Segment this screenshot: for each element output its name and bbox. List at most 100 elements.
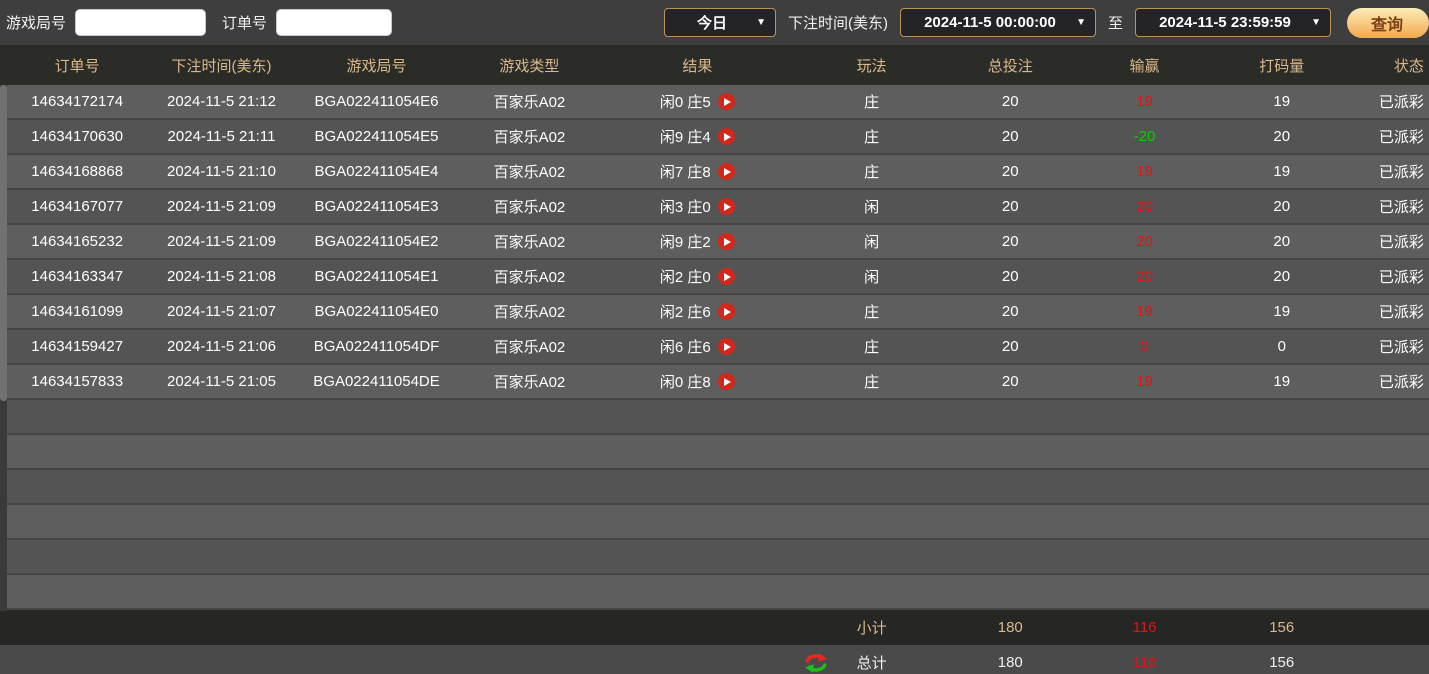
result-text: 闲0 庄5 bbox=[660, 91, 711, 112]
result-cell: 闲6 庄6 bbox=[594, 330, 800, 363]
replay-play-icon[interactable] bbox=[718, 268, 735, 285]
rolling-cell: 20 bbox=[1212, 260, 1352, 293]
order-no-label: 订单号 bbox=[222, 12, 267, 33]
total-bet-cell: 20 bbox=[943, 190, 1077, 223]
status-cell: 已派彩 bbox=[1352, 295, 1429, 328]
result-cell: 闲0 庄5 bbox=[594, 85, 800, 118]
rolling-cell: 20 bbox=[1212, 190, 1352, 223]
chevron-down-icon: ▼ bbox=[1076, 17, 1086, 28]
game-round-input[interactable] bbox=[75, 9, 206, 36]
round-id-cell: BGA022411054E2 bbox=[289, 225, 465, 258]
start-time-select[interactable]: 2024-11-5 00:00:00 ▼ bbox=[900, 8, 1096, 37]
subtotal-total-bet: 180 bbox=[943, 610, 1077, 645]
total-bet-cell: 20 bbox=[943, 295, 1077, 328]
table-row: 146341688682024-11-5 21:10BGA022411054E4… bbox=[0, 155, 1429, 190]
result-cell: 闲7 庄8 bbox=[594, 155, 800, 188]
subtotal-empty bbox=[289, 610, 465, 645]
status-cell: 已派彩 bbox=[1352, 155, 1429, 188]
table-row: 146341721742024-11-5 21:12BGA022411054E6… bbox=[0, 85, 1429, 120]
total-label: 总计 bbox=[857, 652, 887, 673]
play-type-cell: 庄 bbox=[800, 120, 943, 153]
win-loss-cell: 19 bbox=[1077, 365, 1211, 398]
total-bet-cell: 20 bbox=[943, 330, 1077, 363]
total-rolling: 156 bbox=[1212, 645, 1352, 674]
table-header-row: 订单号下注时间(美东)游戏局号游戏类型结果玩法总投注输赢打码量状态 bbox=[0, 45, 1429, 85]
search-button[interactable]: 查询 bbox=[1347, 8, 1429, 38]
scrollbar-track[interactable] bbox=[0, 85, 7, 611]
subtotal-rolling: 156 bbox=[1212, 610, 1352, 645]
subtotal-row: 小计 180 116 156 bbox=[0, 610, 1429, 645]
bet-time-cell: 2024-11-5 21:07 bbox=[154, 295, 288, 328]
win-loss-cell: -20 bbox=[1077, 120, 1211, 153]
order-no-input[interactable] bbox=[276, 9, 392, 36]
round-id-cell: BGA022411054E6 bbox=[289, 85, 465, 118]
column-header-2: 下注时间(美东) bbox=[154, 45, 288, 85]
bet-time-cell: 2024-11-5 21:05 bbox=[154, 365, 288, 398]
order-id-cell: 14634167077 bbox=[0, 190, 154, 223]
bet-time-cell: 2024-11-5 21:10 bbox=[154, 155, 288, 188]
bet-time-cell: 2024-11-5 21:08 bbox=[154, 260, 288, 293]
table-row: 146341594272024-11-5 21:06BGA022411054DF… bbox=[0, 330, 1429, 365]
result-text: 闲9 庄2 bbox=[660, 231, 711, 252]
chevron-down-icon: ▼ bbox=[756, 17, 766, 28]
win-loss-cell: 0 bbox=[1077, 330, 1211, 363]
bet-time-cell: 2024-11-5 21:12 bbox=[154, 85, 288, 118]
order-id-cell: 14634157833 bbox=[0, 365, 154, 398]
order-id-cell: 14634161099 bbox=[0, 295, 154, 328]
replay-play-icon[interactable] bbox=[718, 93, 735, 110]
play-type-cell: 闲 bbox=[800, 225, 943, 258]
total-bet-cell: 20 bbox=[943, 85, 1077, 118]
refresh-icon[interactable] bbox=[803, 650, 829, 674]
result-text: 闲6 庄6 bbox=[660, 336, 711, 357]
empty-row bbox=[0, 575, 1429, 610]
end-time-value: 2024-11-5 23:59:59 bbox=[1159, 14, 1291, 31]
date-range-select[interactable]: 今日 ▼ bbox=[664, 8, 776, 37]
status-cell: 已派彩 bbox=[1352, 190, 1429, 223]
replay-play-icon[interactable] bbox=[718, 303, 735, 320]
order-id-cell: 14634168868 bbox=[0, 155, 154, 188]
total-bet-cell: 20 bbox=[943, 365, 1077, 398]
column-header-5: 结果 bbox=[594, 45, 800, 85]
win-loss-cell: 19 bbox=[1077, 85, 1211, 118]
play-type-cell: 庄 bbox=[800, 295, 943, 328]
round-id-cell: BGA022411054DE bbox=[289, 365, 465, 398]
start-time-value: 2024-11-5 00:00:00 bbox=[924, 14, 1056, 31]
game-type-cell: 百家乐A02 bbox=[464, 260, 594, 293]
play-type-cell: 闲 bbox=[800, 190, 943, 223]
total-total-bet: 180 bbox=[943, 645, 1077, 674]
play-type-cell: 庄 bbox=[800, 155, 943, 188]
replay-play-icon[interactable] bbox=[718, 233, 735, 250]
round-id-cell: BGA022411054DF bbox=[289, 330, 465, 363]
table-row: 146341706302024-11-5 21:11BGA022411054E5… bbox=[0, 120, 1429, 155]
replay-play-icon[interactable] bbox=[718, 338, 735, 355]
replay-play-icon[interactable] bbox=[718, 128, 735, 145]
total-win-loss: 116 bbox=[1077, 645, 1211, 674]
date-range-value: 今日 bbox=[697, 12, 727, 33]
total-bet-cell: 20 bbox=[943, 260, 1077, 293]
replay-play-icon[interactable] bbox=[718, 198, 735, 215]
status-cell: 已派彩 bbox=[1352, 365, 1429, 398]
round-id-cell: BGA022411054E0 bbox=[289, 295, 465, 328]
bet-time-cell: 2024-11-5 21:09 bbox=[154, 225, 288, 258]
rolling-cell: 0 bbox=[1212, 330, 1352, 363]
scrollbar-thumb[interactable] bbox=[0, 85, 7, 401]
replay-play-icon[interactable] bbox=[718, 163, 735, 180]
column-header-6: 玩法 bbox=[800, 45, 943, 85]
end-time-select[interactable]: 2024-11-5 23:59:59 ▼ bbox=[1135, 8, 1331, 37]
bet-time-cell: 2024-11-5 21:11 bbox=[154, 120, 288, 153]
game-type-cell: 百家乐A02 bbox=[464, 155, 594, 188]
game-round-label: 游戏局号 bbox=[6, 12, 66, 33]
status-cell: 已派彩 bbox=[1352, 260, 1429, 293]
subtotal-empty bbox=[464, 610, 594, 645]
total-empty bbox=[289, 645, 465, 674]
chevron-down-icon: ▼ bbox=[1311, 17, 1321, 28]
column-header-3: 游戏局号 bbox=[289, 45, 465, 85]
replay-play-icon[interactable] bbox=[718, 373, 735, 390]
game-type-cell: 百家乐A02 bbox=[464, 295, 594, 328]
play-type-cell: 闲 bbox=[800, 260, 943, 293]
game-type-cell: 百家乐A02 bbox=[464, 330, 594, 363]
play-type-cell: 庄 bbox=[800, 365, 943, 398]
rolling-cell: 20 bbox=[1212, 225, 1352, 258]
order-id-cell: 14634165232 bbox=[0, 225, 154, 258]
table-row: 146341652322024-11-5 21:09BGA022411054E2… bbox=[0, 225, 1429, 260]
